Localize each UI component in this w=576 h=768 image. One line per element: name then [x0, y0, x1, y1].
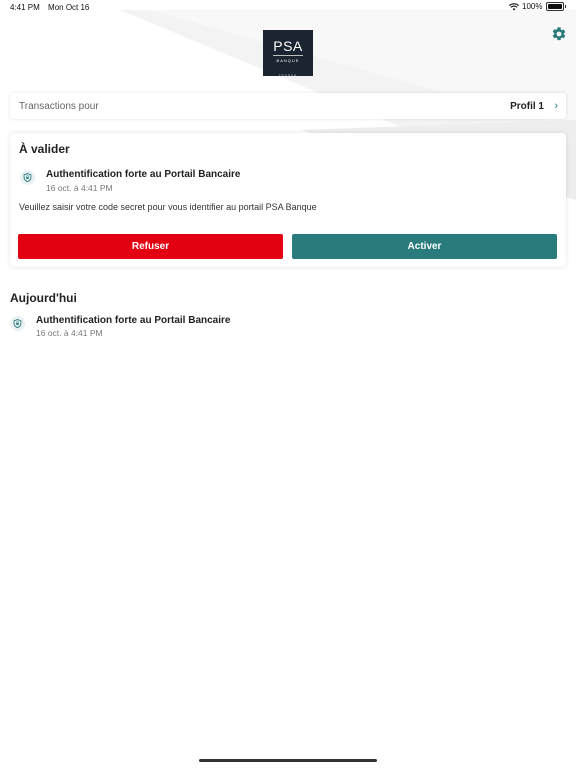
status-time: 4:41 PM	[10, 3, 40, 12]
battery-icon	[545, 2, 564, 11]
shield-icon	[13, 319, 22, 328]
status-bar: 4:41 PM Mon Oct 16 100%	[0, 0, 576, 14]
today-transaction-date: 16 oct. à 4:41 PM	[36, 328, 103, 338]
wifi-icon	[509, 2, 520, 10]
refuse-button[interactable]: Refuser	[18, 234, 283, 259]
profile-selector[interactable]: Transactions pour Profil 1 ›	[10, 93, 566, 119]
status-date: Mon Oct 16	[48, 3, 90, 12]
home-indicator[interactable]	[199, 759, 377, 762]
logo-main-text: PSA	[273, 38, 303, 54]
today-section-title: Aujourd'hui	[10, 291, 77, 305]
battery-percent: 100%	[522, 2, 543, 11]
chevron-right-icon: ›	[554, 100, 558, 112]
pending-transaction-date: 16 oct. à 4:41 PM	[46, 183, 113, 193]
profile-value: Profil 1	[510, 101, 544, 112]
settings-button[interactable]	[551, 26, 567, 42]
pending-transaction-title: Authentification forte au Portail Bancai…	[46, 169, 241, 180]
logo-sub-text: BANQUE	[276, 58, 300, 63]
psa-banque-logo: PSA BANQUE FRANCE	[263, 30, 313, 77]
transaction-icon	[10, 316, 25, 331]
transaction-icon	[20, 170, 35, 185]
profile-label: Transactions pour	[19, 101, 99, 112]
pending-section-title: À valider	[19, 142, 70, 156]
shield-icon	[23, 173, 32, 182]
activate-button[interactable]: Activer	[292, 234, 557, 259]
today-transaction-title: Authentification forte au Portail Bancai…	[36, 315, 231, 326]
logo-foot-text: FRANCE	[278, 73, 298, 77]
pending-transaction-description: Veuillez saisir votre code secret pour v…	[19, 202, 317, 212]
pending-validation-card: À valider Authentification forte au Port…	[10, 133, 566, 267]
gear-icon	[552, 27, 566, 41]
